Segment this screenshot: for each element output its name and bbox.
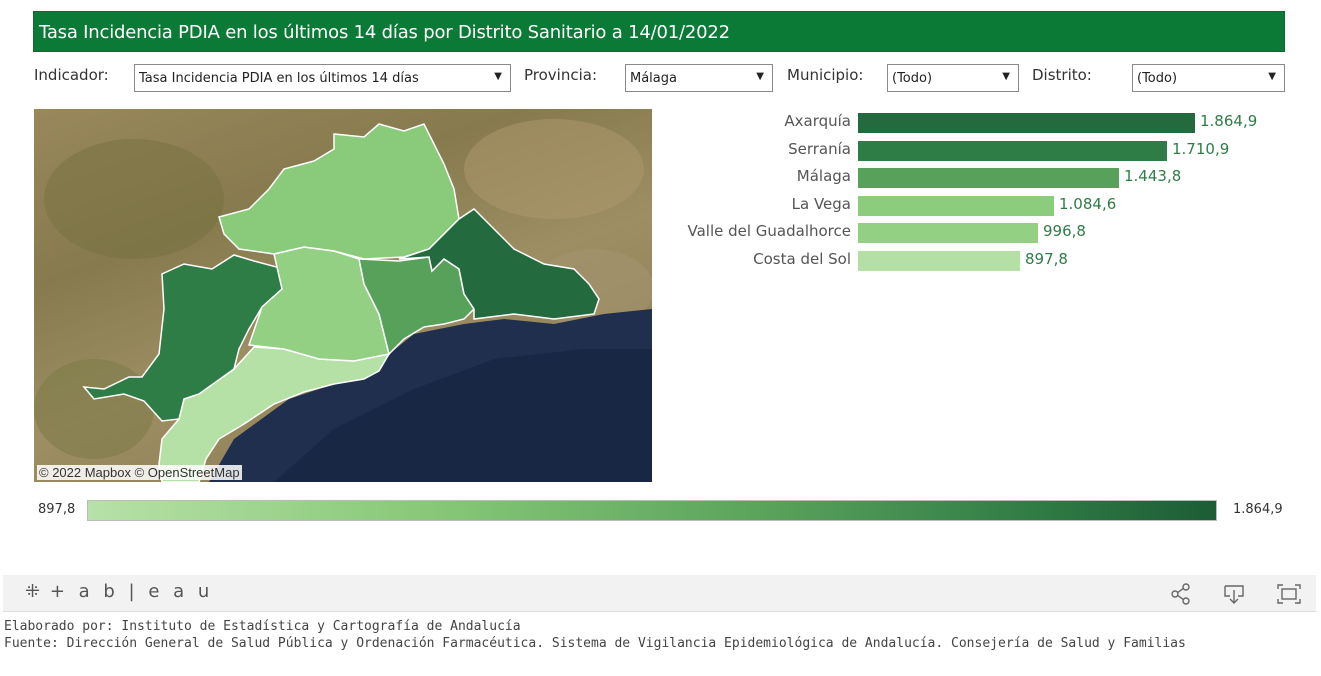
municipio-dropdown[interactable]: (Todo) ▼ bbox=[887, 64, 1019, 92]
indicador-label: Indicador: bbox=[34, 66, 109, 84]
bar-mark[interactable] bbox=[858, 113, 1195, 133]
dashboard-title-bar: Tasa Incidencia PDIA en los últimos 14 d… bbox=[33, 11, 1285, 52]
bar-mark[interactable] bbox=[858, 195, 1054, 216]
provincia-value: Málaga bbox=[630, 71, 677, 86]
color-legend-bar bbox=[87, 500, 1217, 521]
distrito-label: Distrito: bbox=[1032, 66, 1092, 84]
distrito-dropdown[interactable]: (Todo) ▼ bbox=[1132, 64, 1285, 92]
bar-value-label: 1.084,6 bbox=[1059, 194, 1117, 213]
bar-category-label: Málaga bbox=[796, 167, 851, 185]
indicador-value: Tasa Incidencia PDIA en los últimos 14 d… bbox=[139, 71, 419, 86]
bar-value-label: 1.864,9 bbox=[1200, 112, 1258, 130]
bar-value-label: 897,8 bbox=[1025, 249, 1068, 268]
bar-mark[interactable] bbox=[858, 140, 1167, 161]
provincia-dropdown[interactable]: Málaga ▼ bbox=[625, 64, 773, 92]
distrito-value: (Todo) bbox=[1137, 71, 1178, 86]
bar-mark[interactable] bbox=[858, 250, 1020, 271]
chevron-down-icon: ▼ bbox=[756, 71, 764, 82]
bar-mark[interactable] bbox=[858, 223, 1038, 243]
tableau-cross-icon: ⁜ bbox=[25, 581, 41, 602]
legend-max-label: 1.864,9 bbox=[1233, 502, 1283, 517]
bar-category-label: La Vega bbox=[791, 194, 851, 213]
download-icon[interactable] bbox=[1222, 582, 1246, 606]
bar-category-label: Costa del Sol bbox=[753, 249, 851, 268]
map-svg bbox=[34, 109, 652, 482]
bar-category-label: Serranía bbox=[788, 139, 851, 158]
bar-value-label: 1.443,8 bbox=[1124, 167, 1182, 185]
tableau-logo[interactable]: ⁜ + a b | e a u bbox=[25, 581, 213, 602]
share-icon[interactable] bbox=[1169, 582, 1193, 606]
map-attribution[interactable]: © 2022 Mapbox © OpenStreetMap bbox=[37, 465, 242, 480]
chevron-down-icon: ▼ bbox=[1002, 71, 1010, 82]
bar-value-label: 996,8 bbox=[1043, 222, 1086, 240]
tableau-wordmark: + a b | e a u bbox=[49, 581, 214, 602]
bar-mark[interactable] bbox=[858, 168, 1119, 188]
tableau-toolbar: ⁜ + a b | e a u bbox=[3, 575, 1316, 612]
dashboard-title: Tasa Incidencia PDIA en los últimos 14 d… bbox=[39, 22, 730, 43]
bar-category-label: Axarquía bbox=[784, 112, 851, 130]
municipio-label: Municipio: bbox=[787, 66, 864, 84]
provincia-label: Provincia: bbox=[524, 66, 598, 84]
municipio-value: (Todo) bbox=[892, 71, 933, 86]
bar-value-label: 1.710,9 bbox=[1172, 139, 1230, 158]
district-map[interactable]: © 2022 Mapbox © OpenStreetMap bbox=[34, 109, 652, 482]
indicador-dropdown[interactable]: Tasa Incidencia PDIA en los últimos 14 d… bbox=[134, 64, 511, 92]
credits-author: Elaborado por: Instituto de Estadística … bbox=[4, 619, 521, 634]
bar-category-label: Valle del Guadalhorce bbox=[687, 222, 851, 240]
fullscreen-icon[interactable] bbox=[1276, 582, 1301, 606]
chevron-down-icon: ▼ bbox=[1268, 71, 1276, 82]
chevron-down-icon: ▼ bbox=[494, 71, 502, 82]
legend-min-label: 897,8 bbox=[38, 502, 76, 517]
credits-source: Fuente: Dirección General de Salud Públi… bbox=[4, 636, 1186, 651]
